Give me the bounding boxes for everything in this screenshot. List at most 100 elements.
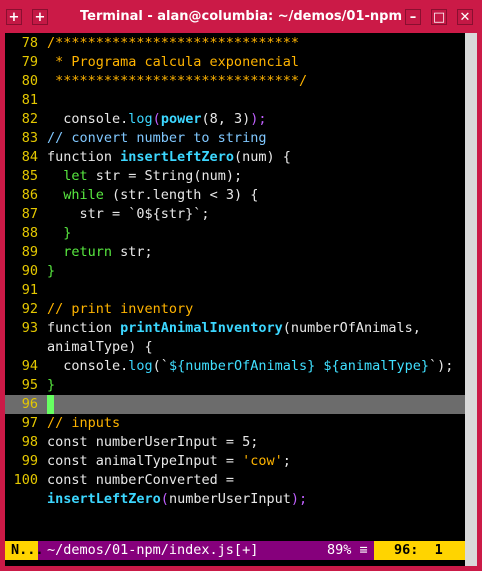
code-token: str = `0${str}`; [47, 206, 210, 222]
code-token: function [47, 320, 121, 336]
line-number: 82 [21, 111, 38, 127]
code-token: const [47, 453, 96, 469]
scroll-percent: 89% ≡ [327, 542, 368, 558]
code-token: animalTypeInput = [95, 453, 243, 469]
code-line[interactable]: insertLeftZero(numberUserInput); [5, 490, 465, 509]
minimize-button[interactable]: – [405, 9, 421, 25]
code-line[interactable]: 92 // print inventory [5, 300, 465, 319]
line-number: 91 [21, 282, 38, 298]
code-token: return [47, 244, 121, 260]
code-token: while [47, 187, 113, 203]
code-line[interactable]: animalType) { [5, 338, 465, 357]
code-token: } [47, 377, 56, 393]
code-token: log [128, 358, 153, 374]
scrollbar[interactable] [465, 33, 477, 566]
code-token: // inputs [47, 415, 121, 431]
code-token: } [47, 225, 72, 241]
code-line[interactable]: 94 console.log(`${numberOfAnimals} ${ani… [5, 357, 465, 376]
code-token: // print inventory [47, 301, 194, 317]
line-number: 78 [21, 35, 38, 51]
code-token: ); [250, 111, 267, 127]
code-token: insertLeftZero [47, 491, 161, 507]
code-line[interactable]: 90} [5, 262, 465, 281]
code-token: `); [429, 358, 454, 374]
plus-icon: + [34, 10, 46, 25]
line-number: 99 [21, 453, 38, 469]
code-token: numberConverted = [95, 472, 234, 488]
code-token: (8, 3) [201, 111, 251, 127]
code-token: (str.length < 3) { [112, 187, 259, 203]
close-button[interactable]: ✕ [457, 9, 473, 25]
code-token: numberUserInput [168, 491, 291, 507]
code-line[interactable]: 82 console.log(power(8, 3)); [5, 110, 465, 129]
code-token: console. [47, 111, 129, 127]
title-bar[interactable]: + + Terminal - alan@columbia: ~/demos/01… [0, 0, 482, 33]
line-number: 95 [21, 377, 38, 393]
code-token: ${numberOfAnimals} ${animalType} [168, 358, 430, 374]
code-line[interactable]: 99 const animalTypeInput = 'cow'; [5, 452, 465, 471]
window-border-bottom [0, 566, 482, 571]
code-line[interactable]: 88 } [5, 224, 465, 243]
code-token: (num) { [233, 149, 291, 165]
code-token: printAnimalInventory [120, 320, 283, 336]
code-line[interactable]: 89 return str; [5, 243, 465, 262]
code-line[interactable]: 91 [5, 281, 465, 300]
maximize-icon: □ [432, 10, 446, 25]
code-line[interactable]: 98 const numberUserInput = 5; [5, 433, 465, 452]
line-number: 88 [21, 225, 38, 241]
minimize-icon: – [409, 10, 417, 25]
code-token: (numberOfAnimals, [282, 320, 421, 336]
plus-icon: + [8, 10, 20, 25]
code-token: animalType) { [47, 339, 153, 355]
code-line[interactable]: 93 function printAnimalInventory(numberOf… [5, 319, 465, 338]
line-number: 84 [21, 149, 38, 165]
line-number: 96 [21, 396, 38, 412]
code-line[interactable]: 97 // inputs [5, 414, 465, 433]
code-line[interactable]: 80 ******************************/ [5, 72, 465, 91]
code-token: numberUserInput = 5; [95, 434, 259, 450]
maximize-button[interactable]: □ [431, 9, 447, 25]
line-number: 92 [21, 301, 38, 317]
line-number: 83 [21, 130, 38, 146]
code-line[interactable]: 84 function insertLeftZero(num) { [5, 148, 465, 167]
code-line[interactable]: 83 // convert number to string [5, 129, 465, 148]
window-title: Terminal - alan@columbia: ~/demos/01-npm [79, 9, 403, 24]
code-line-current[interactable]: 96 [5, 395, 465, 414]
code-line[interactable]: 86 while (str.length < 3) { [5, 186, 465, 205]
line-number: 93 [21, 320, 38, 336]
line-number: 86 [21, 187, 38, 203]
code-token: ; [282, 453, 291, 469]
code-token: } [47, 263, 56, 279]
code-token: const [47, 434, 96, 450]
line-number: 100 [13, 472, 38, 488]
code-line[interactable]: 85 let str = String(num); [5, 167, 465, 186]
code-line[interactable]: 79 * Programa calcula exponencial [5, 53, 465, 72]
line-number: 94 [21, 358, 38, 374]
line-number: 79 [21, 54, 38, 70]
code-line[interactable]: 95} [5, 376, 465, 395]
code-token: log [128, 111, 153, 127]
code-token: let [47, 168, 96, 184]
code-token: str = String(num); [95, 168, 243, 184]
terminal-content[interactable]: insertLeftZero(numberUserInput); 100 const… [5, 33, 465, 566]
secondary-menu-button[interactable]: + [32, 9, 48, 25]
code-token: /****************************** [47, 35, 299, 51]
code-line[interactable]: 87 str = `0${str}`; [5, 205, 465, 224]
code-line[interactable]: 81 [5, 91, 465, 110]
text-cursor [47, 395, 54, 414]
line-number: 97 [21, 415, 38, 431]
line-number: 90 [21, 263, 38, 279]
code-token: function [47, 149, 121, 165]
window-menu-button[interactable]: + [6, 9, 22, 25]
code-line[interactable]: 100 const numberConverted = [5, 471, 465, 490]
close-icon: ✕ [459, 10, 471, 25]
mode-indicator: N... [5, 541, 44, 560]
line-number: 85 [21, 168, 38, 184]
code-line[interactable]: 78 /****************************** [5, 34, 465, 53]
line-number: 80 [21, 73, 38, 89]
file-path: ~/demos/01-npm/index.js[+] [47, 542, 259, 558]
code-token: // convert number to string [47, 130, 267, 146]
code-token: power [160, 111, 202, 127]
code-token: ( [160, 491, 169, 507]
code-token: 'cow' [242, 453, 283, 469]
